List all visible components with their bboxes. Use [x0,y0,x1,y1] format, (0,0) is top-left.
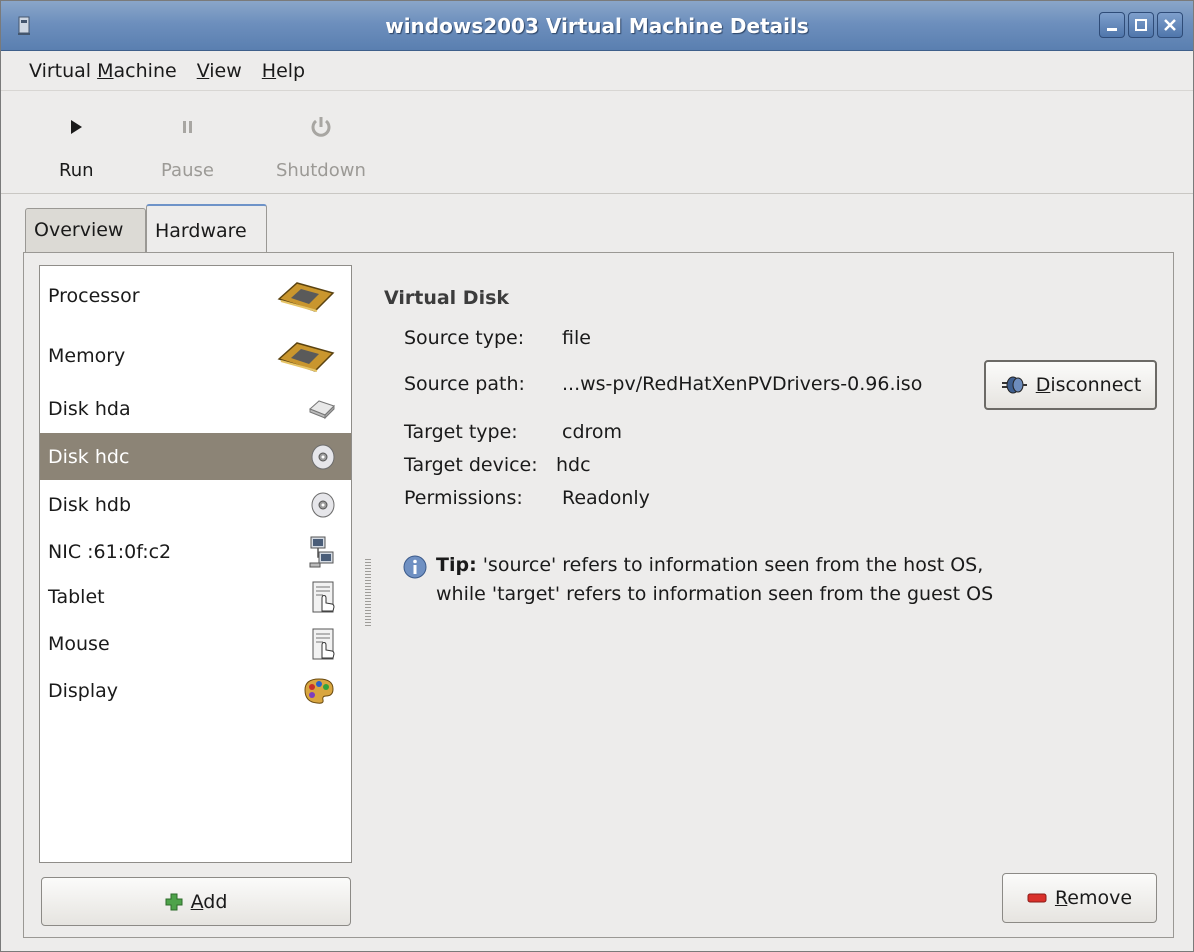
remove-mnemonic: R [1054,887,1068,909]
play-icon [71,120,83,134]
plus-icon [165,893,183,910]
disconnect-plug-icon [1001,376,1027,394]
source-path-value: ...ws-pv/RedHatXenPVDrivers-0.96.iso [562,373,923,395]
menu-bar: Virtual Machine View Help [1,51,1193,91]
target-device-value: hdc [556,454,591,476]
disconnect-text: isconnect [1050,374,1142,396]
minimize-button[interactable] [1099,12,1125,38]
remove-label: Remove [1055,887,1132,909]
vm-details-window: windows2003 Virtual Machine Details Virt… [0,0,1194,952]
hardware-item-label: Disk hdc [48,445,130,468]
maximize-button[interactable] [1128,12,1154,38]
run-label: Run [59,160,94,181]
pane-separator-handle[interactable] [365,559,371,627]
add-text: dd [203,890,228,913]
hardware-item-label: Disk hda [48,398,131,420]
hardware-item-tablet[interactable]: Tablet [40,574,351,620]
close-icon [1164,19,1176,31]
menu-label: elp [276,59,306,82]
disconnect-label: Disconnect [1036,374,1142,396]
hardware-item-display[interactable]: Display [40,668,351,714]
menu-mnemonic: V [196,59,210,82]
hardware-item-disk-hda[interactable]: Disk hda [40,386,351,432]
hardware-item-processor[interactable]: Processor [40,272,351,320]
hardware-item-label: Mouse [48,633,110,655]
source-type-value: file [562,327,591,349]
target-type-value: cdrom [562,421,623,443]
permissions-value: Readonly [562,487,650,509]
menu-label: iew [209,59,242,82]
network-icon [307,535,337,569]
hardware-item-label: Display [48,680,119,702]
add-label: Add [191,891,228,913]
tip-text: Tip: 'source' refers to information seen… [436,551,993,609]
hardware-item-label: Disk hdb [48,494,132,516]
hardware-item-disk-hdc[interactable]: Disk hdc [40,433,351,480]
remove-icon [1027,893,1047,903]
cdrom-icon [309,443,337,471]
tab-hardware-label: Hardware [155,220,247,242]
hardware-page: Processor Memory Disk hda Disk hdc Disk … [23,252,1174,938]
menu-help[interactable]: Help [252,60,315,82]
display-palette-icon [301,676,337,706]
target-type-label: Target type: [404,421,518,443]
input-device-icon [311,627,337,661]
hardware-item-disk-hdb[interactable]: Disk hdb [40,482,351,528]
run-button[interactable]: Run [59,102,94,181]
harddisk-icon [307,397,337,421]
disconnect-button[interactable]: Disconnect [984,360,1157,410]
hardware-item-mouse[interactable]: Mouse [40,621,351,667]
tip-label: Tip: [436,554,477,576]
tip-box: Tip: 'source' refers to information seen… [402,551,993,609]
add-hardware-button[interactable]: Add [41,877,351,926]
pause-button[interactable]: Pause [161,102,214,181]
menu-label: Virtual [29,59,98,82]
maximize-icon [1135,19,1147,31]
cdrom-icon [309,491,337,519]
hardware-item-label: Processor [48,285,140,307]
tip-line-1: 'source' refers to information seen from… [476,554,984,576]
hardware-item-label: Tablet [48,586,105,608]
close-button[interactable] [1157,12,1183,38]
toolbar: Run Pause Shutdown [1,92,1193,194]
minimize-icon [1107,28,1117,31]
permissions-label: Permissions: [404,487,523,509]
tab-hardware[interactable]: Hardware [146,204,267,254]
hardware-item-label: NIC :61:0f:c2 [48,541,172,563]
hardware-item-label: Memory [48,345,126,367]
source-type-label: Source type: [404,327,525,349]
hardware-item-memory[interactable]: Memory [40,330,351,382]
menu-view[interactable]: View [187,60,252,82]
pause-icon [183,121,193,133]
power-icon [311,117,331,137]
remove-hardware-button[interactable]: Remove [1002,873,1157,923]
source-path-label: Source path: [404,373,525,395]
remove-text: emove [1067,887,1133,909]
processor-icon [275,277,337,315]
window-title: windows2003 Virtual Machine Details [385,14,809,38]
shutdown-label: Shutdown [276,160,366,181]
disconnect-mnemonic: D [1035,374,1051,396]
shutdown-button[interactable]: Shutdown [276,102,366,181]
input-device-icon [311,580,337,614]
hardware-list[interactable]: Processor Memory Disk hda Disk hdc Disk … [39,265,352,863]
menu-mnemonic: H [261,59,277,82]
menu-mnemonic: M [97,59,114,82]
info-icon [403,555,427,579]
tab-overview-label: Overview [34,219,124,241]
memory-icon [275,337,337,375]
pause-label: Pause [161,160,214,181]
title-bar[interactable]: windows2003 Virtual Machine Details [1,1,1193,51]
target-device-label: Target device: [404,454,538,476]
section-title: Virtual Disk [384,287,510,309]
add-mnemonic: A [190,890,204,913]
hardware-item-nic[interactable]: NIC :61:0f:c2 [40,528,351,576]
menu-virtual-machine[interactable]: Virtual Machine [19,60,187,82]
menu-label: achine [113,59,177,82]
tab-overview[interactable]: Overview [25,208,146,253]
tip-line-2: while 'target' refers to information see… [436,583,994,605]
